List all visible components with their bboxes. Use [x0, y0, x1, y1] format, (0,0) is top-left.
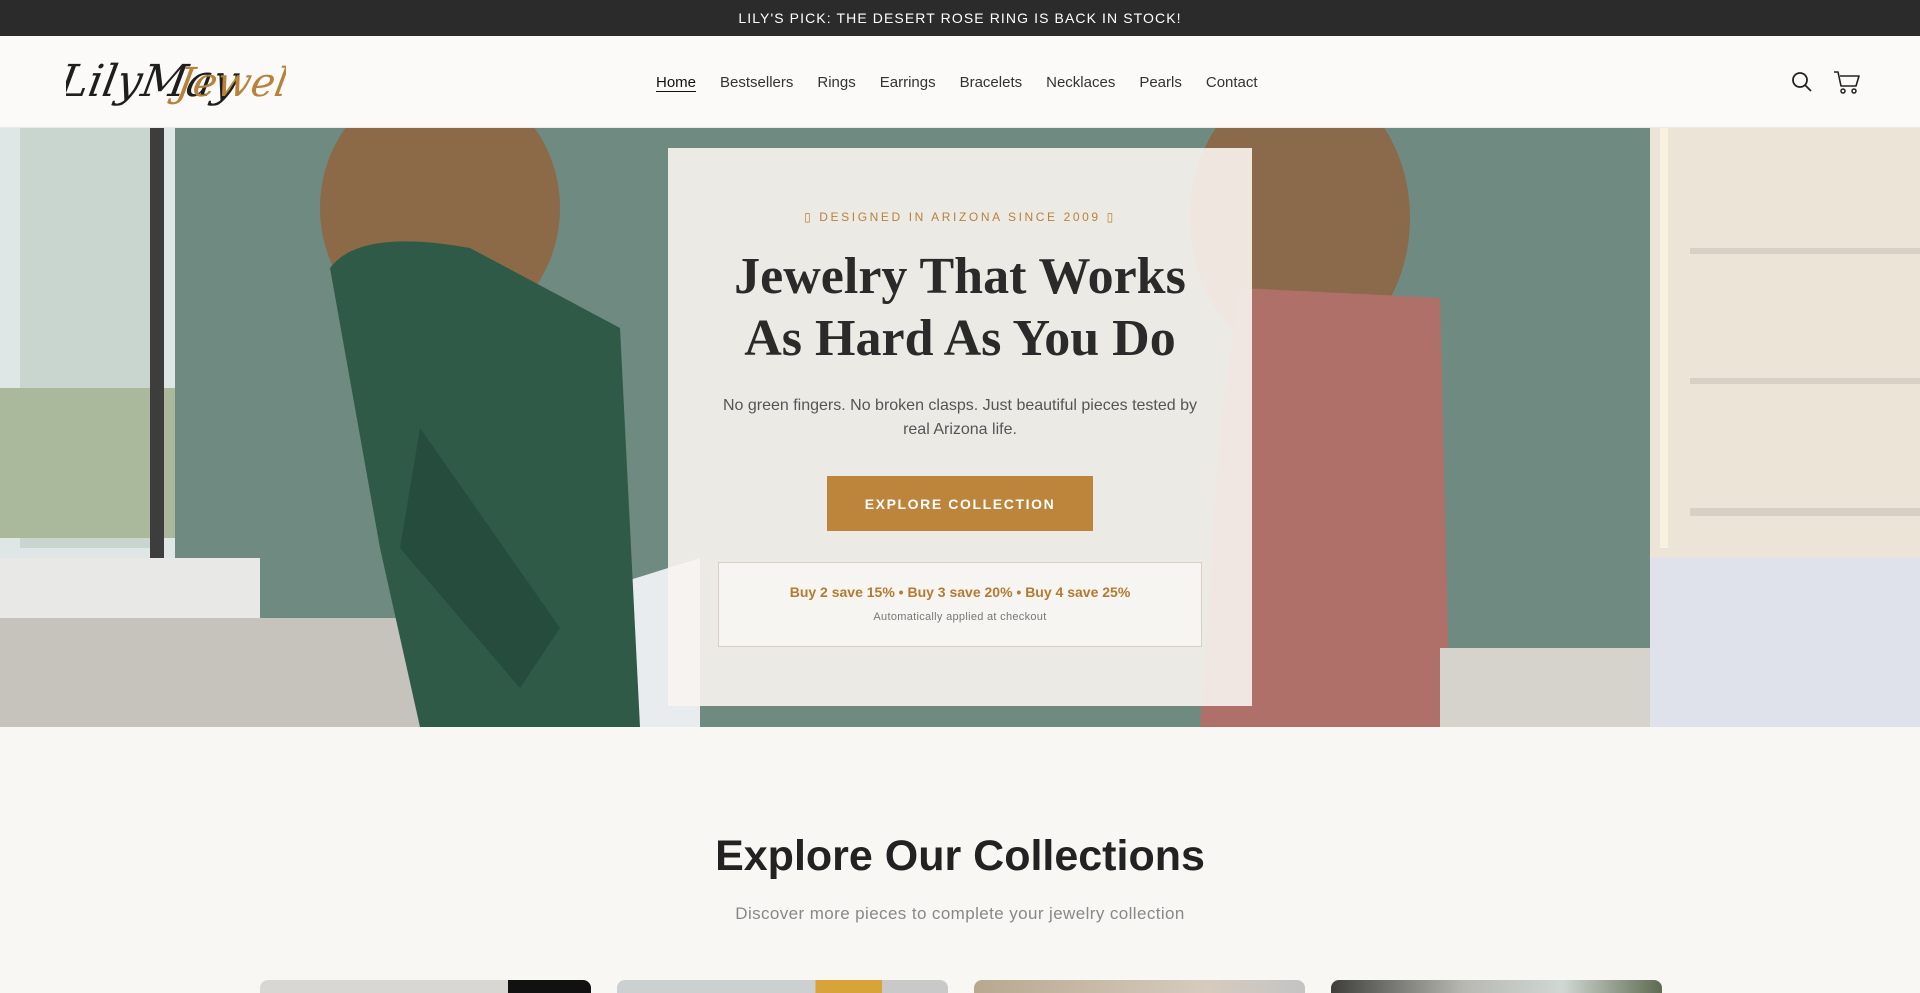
logo[interactable]: LilyMay Jewelry	[54, 46, 335, 116]
nav-pearls[interactable]: Pearls	[1139, 74, 1182, 91]
collection-card[interactable]	[1331, 980, 1662, 993]
collections-title: Explore Our Collections	[715, 832, 1205, 880]
header-actions	[1788, 68, 1860, 96]
nav-home[interactable]: Home	[656, 74, 696, 91]
hero-title: Jewelry That Works As Hard As You Do	[668, 246, 1252, 370]
collection-card[interactable]	[617, 980, 948, 993]
hero-title-line1: Jewelry That Works	[734, 248, 1186, 305]
collection-card[interactable]	[260, 980, 591, 993]
nav-contact[interactable]: Contact	[1206, 74, 1258, 91]
announcement-bar: LILY'S PICK: THE DESERT ROSE RING IS BAC…	[0, 0, 1920, 36]
search-icon[interactable]	[1788, 68, 1816, 96]
collection-card[interactable]	[974, 980, 1305, 993]
hero-title-line2: As Hard As You Do	[744, 310, 1176, 367]
hero-eyebrow: ▯ DESIGNED IN ARIZONA SINCE 2009 ▯	[804, 210, 1116, 224]
nav-rings[interactable]: Rings	[817, 74, 855, 91]
explore-collection-button[interactable]: EXPLORE COLLECTION	[827, 476, 1093, 531]
hero-subtitle: No green fingers. No broken clasps. Just…	[722, 397, 1198, 438]
bundle-offer-text: Buy 2 save 15% • Buy 3 save 20% • Buy 4 …	[789, 584, 1131, 600]
nav-earrings[interactable]: Earrings	[880, 74, 936, 91]
collection-cards	[260, 980, 1662, 993]
nav-bracelets[interactable]: Bracelets	[960, 74, 1023, 91]
announcement-text: LILY'S PICK: THE DESERT ROSE RING IS BAC…	[738, 10, 1182, 26]
logo-text-gold: Jewelry	[166, 59, 286, 106]
collections-subtitle: Discover more pieces to complete your je…	[735, 904, 1185, 923]
bundle-offer-box: Buy 2 save 15% • Buy 3 save 20% • Buy 4 …	[718, 562, 1202, 647]
cart-icon[interactable]	[1832, 68, 1860, 96]
hero-section: ▯ DESIGNED IN ARIZONA SINCE 2009 ▯ Jewel…	[0, 128, 1920, 727]
nav-necklaces[interactable]: Necklaces	[1046, 74, 1115, 91]
bundle-offer-note: Automatically applied at checkout	[873, 611, 1047, 623]
hero-card: ▯ DESIGNED IN ARIZONA SINCE 2009 ▯ Jewel…	[668, 148, 1252, 706]
site-header: LilyMay Jewelry Home Bestsellers Rings E…	[0, 36, 1920, 128]
main-nav: Home Bestsellers Rings Earrings Bracelet…	[656, 36, 1282, 128]
nav-bestsellers[interactable]: Bestsellers	[720, 74, 793, 91]
